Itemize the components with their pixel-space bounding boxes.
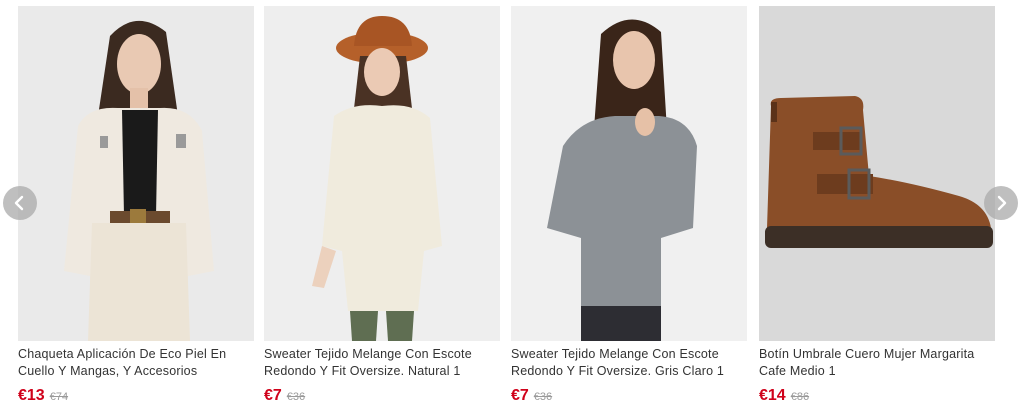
product-image[interactable] (759, 6, 995, 341)
chevron-right-icon (997, 195, 1007, 211)
chevron-left-icon (14, 195, 24, 211)
original-price: €36 (286, 391, 306, 403)
price-row: €13 €74 (18, 387, 254, 405)
product-title[interactable]: Sweater Tejido Melange Con Escote Redond… (264, 346, 500, 380)
sale-price: €13 (18, 387, 45, 404)
original-price: €36 (533, 391, 553, 403)
price-row: €14 €86 (759, 387, 995, 405)
product-carousel: Chaqueta Aplicación De Eco Piel En Cuell… (0, 0, 1024, 410)
price-row: €7 €36 (511, 387, 747, 405)
sale-price: €7 (511, 387, 529, 404)
product-title[interactable]: Sweater Tejido Melange Con Escote Redond… (511, 346, 747, 380)
product-card[interactable]: Sweater Tejido Melange Con Escote Redond… (511, 6, 747, 405)
product-image[interactable] (18, 6, 254, 341)
product-card[interactable]: Sweater Tejido Melange Con Escote Redond… (264, 6, 500, 405)
product-title[interactable]: Chaqueta Aplicación De Eco Piel En Cuell… (18, 346, 254, 380)
product-image[interactable] (264, 6, 500, 341)
original-price: €74 (49, 391, 69, 403)
sale-price: €14 (759, 387, 786, 404)
carousel-next-button[interactable] (984, 186, 1018, 220)
original-price: €86 (790, 391, 810, 403)
sale-price: €7 (264, 387, 282, 404)
product-card[interactable]: Botín Umbrale Cuero Mujer Margarita Cafe… (759, 6, 995, 405)
carousel-prev-button[interactable] (3, 186, 37, 220)
product-title[interactable]: Botín Umbrale Cuero Mujer Margarita Cafe… (759, 346, 995, 380)
price-row: €7 €36 (264, 387, 500, 405)
product-image[interactable] (511, 6, 747, 341)
product-card[interactable]: Chaqueta Aplicación De Eco Piel En Cuell… (18, 6, 254, 405)
